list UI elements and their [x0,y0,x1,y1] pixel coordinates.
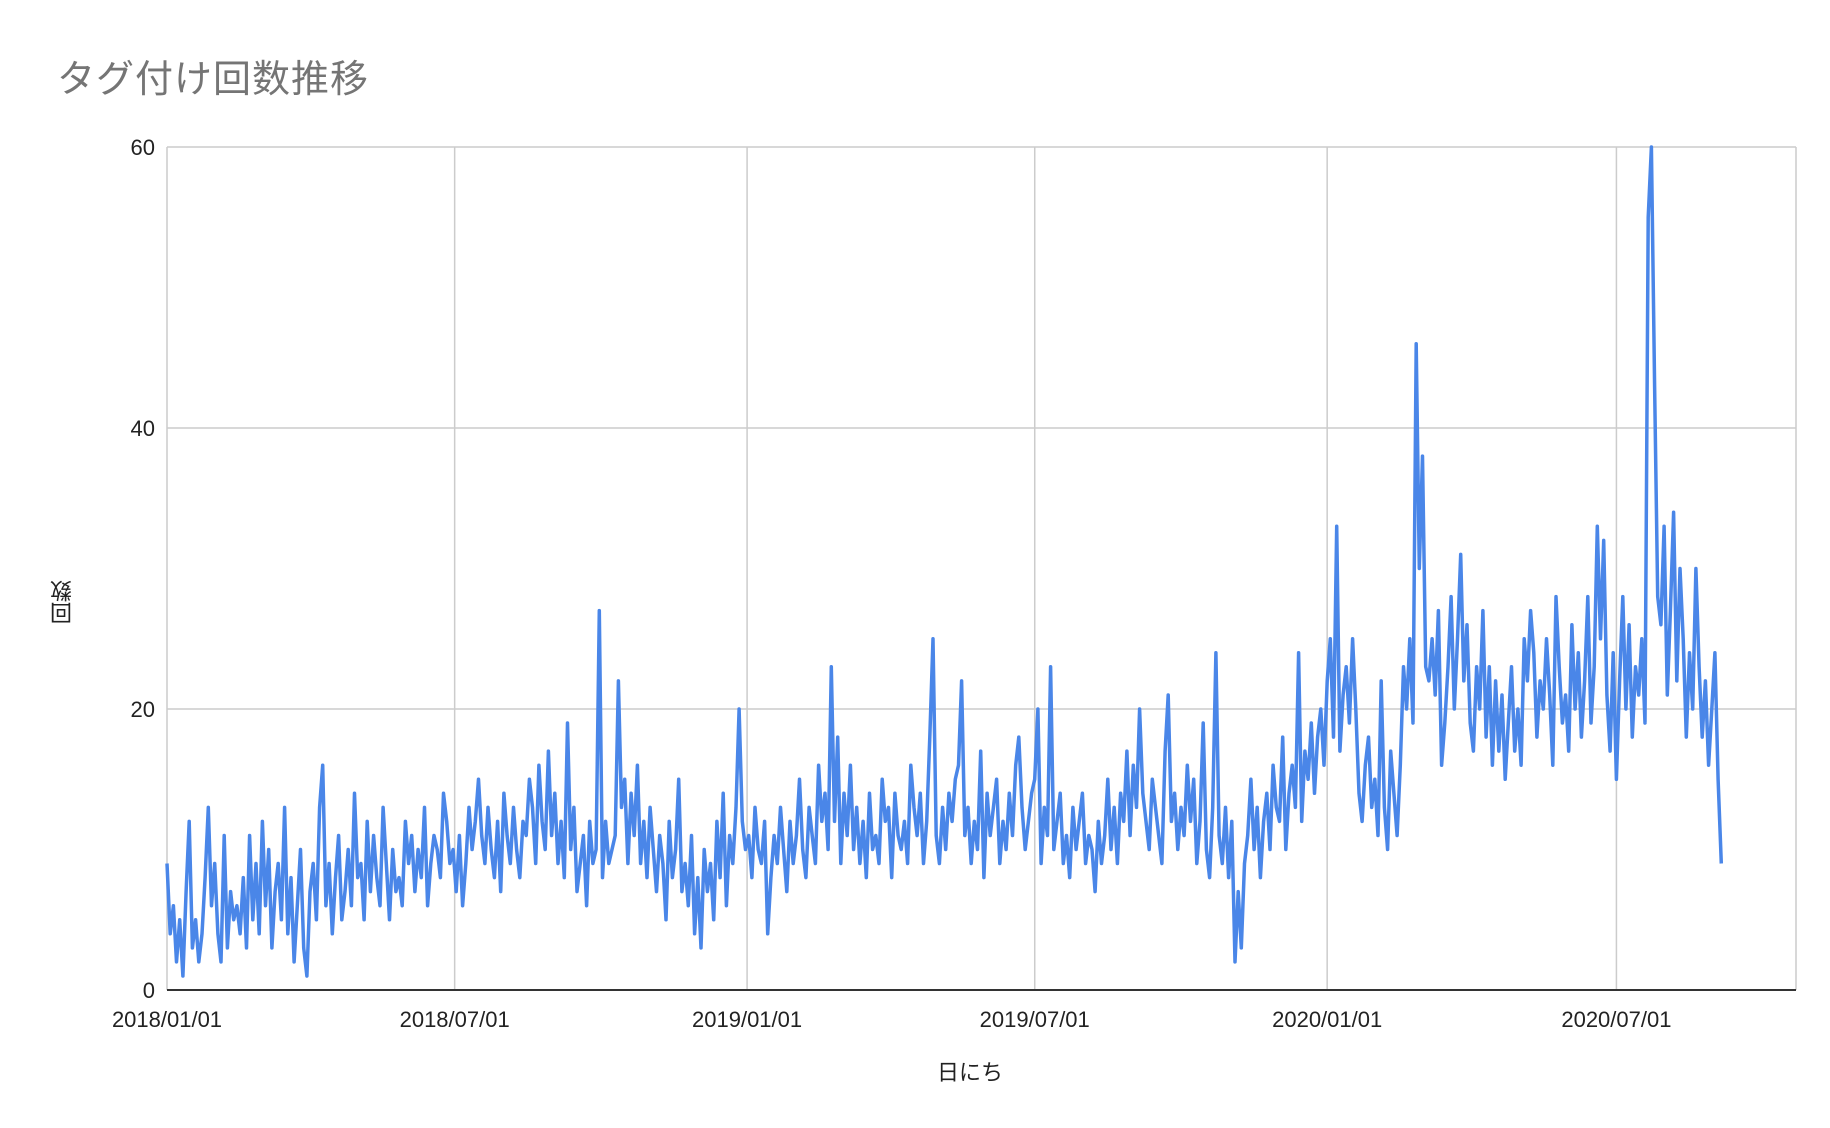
plot-area: 0 20 40 60 2018/01/01 2018/07/01 2019/01/01 201… [112,135,1797,1032]
y-tick-label: 40 [131,416,155,441]
x-tick-label: 2018/07/01 [400,1007,510,1032]
series-line [165,145,1724,978]
x-tick-label: 2019/07/01 [980,1007,1090,1032]
gridlines [166,146,1797,990]
x-tick-label: 2018/01/01 [112,1007,222,1032]
series-layer [165,145,1724,978]
x-tick-label: 2019/01/01 [692,1007,802,1032]
x-tick-label: 2020/07/01 [1561,1007,1671,1032]
y-tick-label: 0 [143,978,155,1003]
y-tick-label: 60 [131,135,155,160]
y-tick-label: 20 [131,697,155,722]
x-tick-label: 2020/01/01 [1272,1007,1382,1032]
chart: タグ付け回数推移 回数 日にち 0 20 40 60 2018/01/01 2018/07… [0,0,1830,1128]
